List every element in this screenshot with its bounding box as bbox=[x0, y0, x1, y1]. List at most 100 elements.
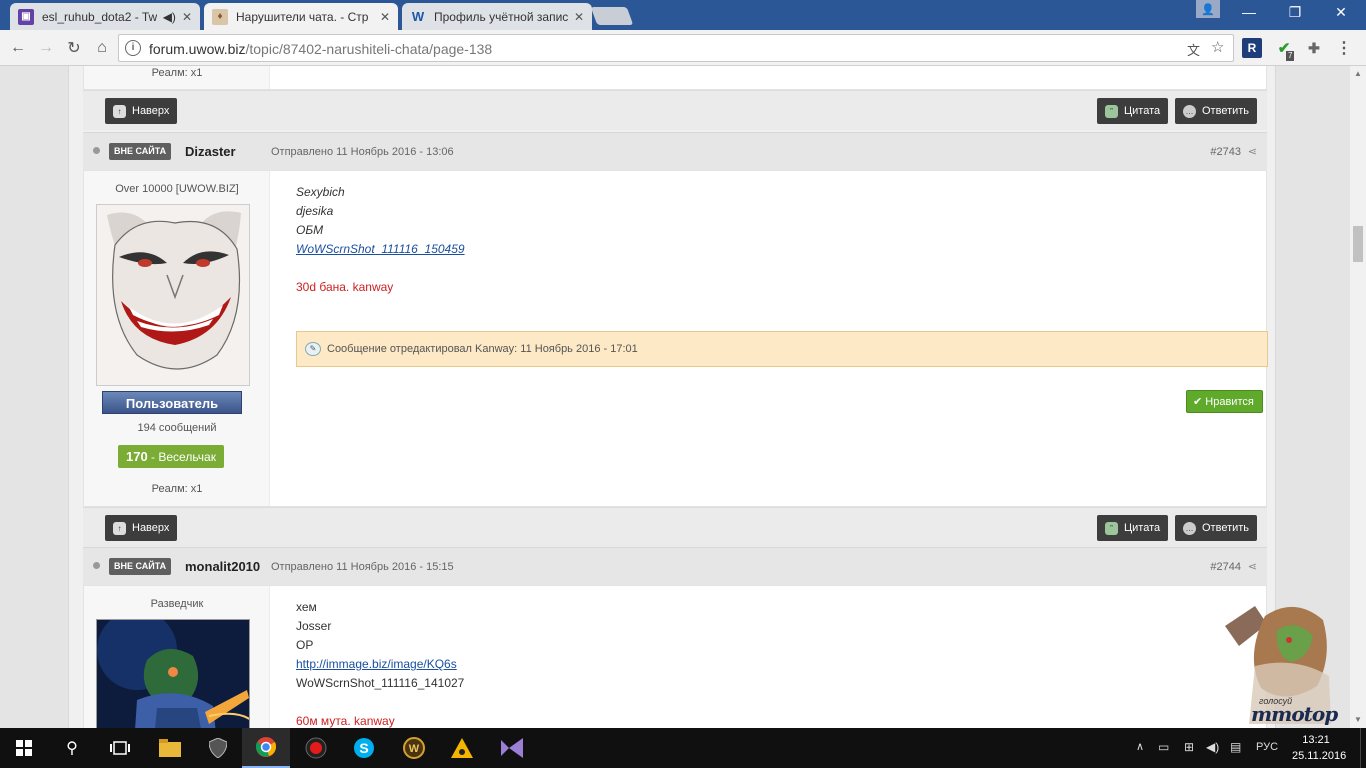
post-action-bar: ↑ Наверх ” Цитата … Ответить bbox=[83, 507, 1267, 547]
url-host: forum.uwow.biz bbox=[149, 41, 246, 57]
tab-profile[interactable]: W Профиль учётной запис ✕ bbox=[402, 3, 592, 30]
windows-start-icon[interactable] bbox=[0, 728, 48, 768]
record-icon[interactable] bbox=[292, 728, 340, 768]
post-line: хем bbox=[296, 600, 317, 614]
clock[interactable]: 13:21 25.11.2016 bbox=[1292, 732, 1347, 764]
like-button[interactable]: ✔ Нравится bbox=[1186, 390, 1263, 413]
puzzle-icon[interactable]: ✚ bbox=[1304, 38, 1324, 58]
quote-button[interactable]: ” Цитата bbox=[1097, 515, 1169, 541]
quote-icon: ” bbox=[1105, 521, 1118, 535]
reload-icon[interactable]: ↻ bbox=[62, 36, 86, 60]
share-icon[interactable]: ⋖ bbox=[1248, 560, 1257, 573]
reply-button[interactable]: … Ответить bbox=[1175, 515, 1258, 541]
windows-taskbar: ⚲ S W ∧ ▭ ⊞ ◀) ▤ РУС 13:21 25.11.2016 bbox=[0, 728, 1366, 768]
speaker-icon[interactable]: ◀) bbox=[163, 10, 176, 24]
post-number[interactable]: #2743 bbox=[1210, 146, 1241, 158]
scroll-thumb[interactable] bbox=[1353, 226, 1363, 262]
post-line: Sexybich bbox=[296, 185, 345, 199]
clock-date: 25.11.2016 bbox=[1292, 750, 1347, 762]
author-rank: Over 10000 [UWOW.BIZ] bbox=[115, 183, 239, 195]
author-name[interactable]: monalit2010 bbox=[185, 559, 260, 574]
quote-button[interactable]: ” Цитата bbox=[1097, 98, 1169, 124]
skype-icon[interactable]: S bbox=[340, 728, 388, 768]
status-badge: ВНЕ САЙТА bbox=[109, 558, 172, 575]
url-text[interactable]: forum.uwow.biz/topic/87402-narushiteli-c… bbox=[149, 41, 492, 57]
top-button[interactable]: ↑ Наверх bbox=[105, 515, 178, 541]
share-icon[interactable]: ⋖ bbox=[1248, 145, 1257, 158]
info-icon[interactable]: i bbox=[125, 40, 141, 56]
extension-icon[interactable]: R bbox=[1242, 38, 1262, 58]
extension-badge: 7 bbox=[1286, 51, 1295, 61]
warning-app-icon[interactable] bbox=[438, 728, 486, 768]
realm-label: Реалм: x1 bbox=[151, 483, 203, 495]
reputation-badge[interactable]: 170 - Весельчак bbox=[118, 445, 224, 468]
user-profile-icon[interactable]: 👤 bbox=[1196, 0, 1220, 18]
prev-post-tail: Реалм: x1 bbox=[83, 66, 1267, 90]
address-bar[interactable]: i forum.uwow.biz/topic/87402-narushiteli… bbox=[118, 34, 1234, 62]
forward-icon[interactable]: → bbox=[34, 36, 58, 60]
joker-avatar-image bbox=[97, 205, 249, 385]
author-name[interactable]: Dizaster bbox=[185, 144, 236, 159]
reply-button[interactable]: … Ответить bbox=[1175, 98, 1258, 124]
author-sidebar: Over 10000 [UWOW.BIZ] Пользователь 194 с… bbox=[84, 171, 270, 506]
post-line: ОБМ bbox=[296, 223, 324, 237]
post-number[interactable]: #2744 bbox=[1210, 561, 1241, 573]
bookmark-star-icon[interactable]: ☆ bbox=[1211, 38, 1224, 56]
like-button-label: Нравится bbox=[1205, 396, 1254, 408]
maximize-button[interactable]: ❐ bbox=[1272, 0, 1318, 24]
edit-notice-text: Сообщение отредактировал Kanway: 11 Нояб… bbox=[327, 343, 638, 355]
tab-forum[interactable]: ♦ Нарушители чата. - Стр ✕ bbox=[204, 3, 398, 30]
translate-icon[interactable]: 文 bbox=[1187, 40, 1200, 59]
checkmark-icon: ✔ bbox=[1193, 396, 1203, 408]
back-icon[interactable]: ← bbox=[6, 36, 30, 60]
chrome-icon[interactable] bbox=[242, 728, 290, 768]
file-explorer-icon[interactable] bbox=[146, 728, 194, 768]
security-shield-icon[interactable] bbox=[194, 728, 242, 768]
close-icon[interactable]: ✕ bbox=[182, 10, 192, 24]
battery-icon[interactable]: ▭ bbox=[1158, 740, 1169, 754]
tab-twitch[interactable]: ▣ esl_ruhub_dota2 - Tw ◀) ✕ bbox=[10, 3, 200, 30]
visual-studio-icon[interactable] bbox=[488, 728, 536, 768]
search-icon[interactable]: ⚲ bbox=[48, 728, 96, 768]
mmotop-vote-widget[interactable]: голосуй mmotop bbox=[1205, 596, 1338, 728]
post-date: Отправлено 11 Ноябрь 2016 - 15:15 bbox=[271, 561, 454, 573]
page-scrollbar[interactable]: ▲ ▼ bbox=[1350, 66, 1366, 728]
tray-expand-icon[interactable]: ∧ bbox=[1136, 740, 1144, 753]
close-icon[interactable]: ✕ bbox=[574, 10, 584, 24]
wow-icon[interactable]: W bbox=[390, 728, 438, 768]
volume-icon[interactable]: ◀) bbox=[1206, 740, 1219, 754]
image-link[interactable]: http://immage.biz/image/KQ6s bbox=[296, 657, 457, 671]
warrior-avatar-image bbox=[97, 620, 249, 728]
screenshot-link[interactable]: WoWScrnShot_111116_150459 bbox=[296, 242, 465, 256]
new-tab-button[interactable] bbox=[590, 7, 634, 25]
window-close-button[interactable]: ✕ bbox=[1318, 0, 1364, 24]
show-desktop-button[interactable] bbox=[1360, 728, 1366, 768]
post-date: Отправлено 11 Ноябрь 2016 - 13:06 bbox=[271, 146, 454, 158]
scroll-down-icon[interactable]: ▼ bbox=[1350, 712, 1366, 728]
scroll-up-icon[interactable]: ▲ bbox=[1350, 66, 1366, 82]
top-button[interactable]: ↑ Наверх bbox=[105, 98, 178, 124]
realm-label: Реалм: x1 bbox=[151, 67, 203, 79]
forum-content: Реалм: x1 ↑ Наверх ” Цитата … Ответить ВНЕ … bbox=[68, 66, 1276, 728]
url-path: /topic/87402-narushiteli-chata/page-138 bbox=[245, 41, 493, 57]
post-line: WoWScrnShot_111116_141027 bbox=[296, 676, 465, 690]
menu-icon[interactable]: ⋮ bbox=[1334, 38, 1354, 58]
chat-icon[interactable]: ▤ bbox=[1230, 740, 1241, 754]
top-button-label: Наверх bbox=[132, 522, 170, 534]
language-indicator[interactable]: РУС bbox=[1256, 741, 1278, 753]
post-content: хем Josser OP http://immage.biz/image/KQ… bbox=[296, 598, 464, 693]
network-icon[interactable]: ⊞ bbox=[1184, 740, 1194, 754]
minimize-button[interactable]: — bbox=[1226, 0, 1272, 24]
rep-label: - Весельчак bbox=[151, 450, 216, 464]
top-button-label: Наверх bbox=[132, 105, 170, 117]
close-icon[interactable]: ✕ bbox=[380, 10, 390, 24]
tab-title: esl_ruhub_dota2 - Tw bbox=[42, 9, 157, 24]
browser-toolbar: ← → ↻ ⌂ i forum.uwow.biz/topic/87402-nar… bbox=[0, 30, 1366, 66]
home-icon[interactable]: ⌂ bbox=[90, 36, 114, 60]
post-header: ВНЕ САЙТА monalit2010 Отправлено 11 Нояб… bbox=[83, 547, 1267, 585]
avatar[interactable] bbox=[96, 204, 250, 386]
moderator-note: 60м мута. kanway bbox=[296, 714, 395, 728]
reply-button-label: Ответить bbox=[1202, 522, 1250, 534]
avatar[interactable] bbox=[96, 619, 250, 728]
task-view-icon[interactable] bbox=[96, 728, 144, 768]
